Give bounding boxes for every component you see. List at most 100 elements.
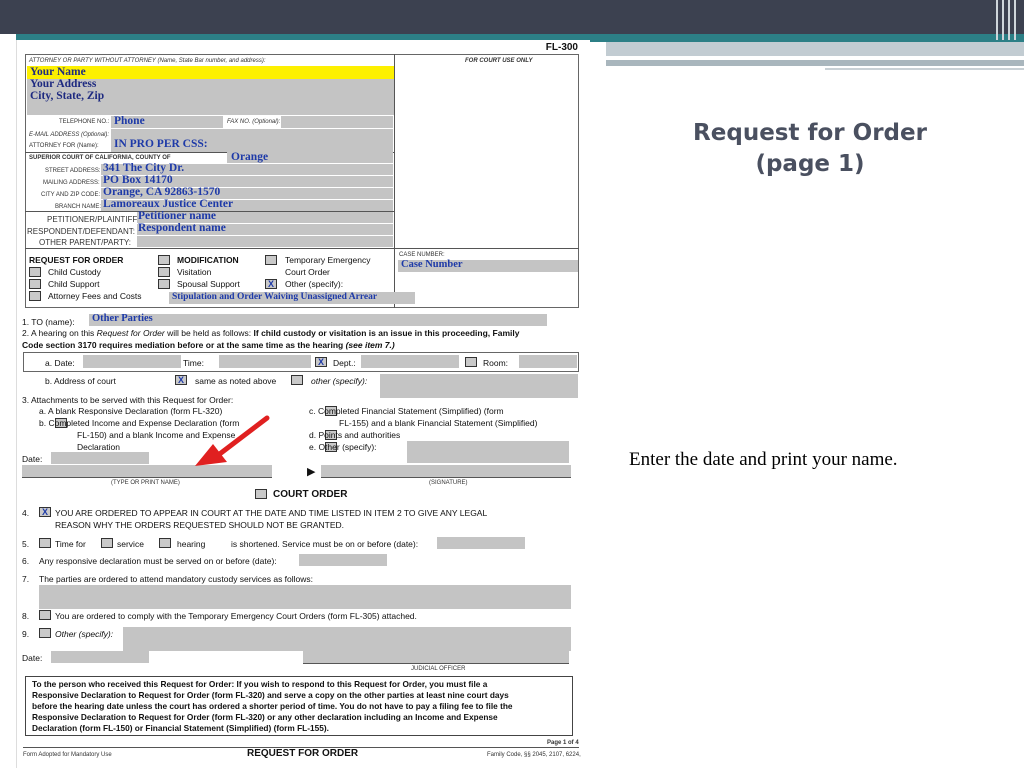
notice-line1: To the person who received this Request … — [32, 679, 488, 689]
modification-checkbox[interactable] — [158, 255, 170, 265]
signature-field[interactable] — [321, 465, 571, 477]
fl300-form: FL-300 ATTORNEY OR PARTY WITHOUT ATTORNE… — [16, 40, 590, 768]
other-request-checkbox[interactable]: X — [265, 279, 277, 289]
signature-date-field[interactable] — [51, 452, 149, 464]
order-date-field[interactable] — [51, 651, 149, 663]
hearing-date-field[interactable] — [83, 355, 181, 368]
item5-date-field[interactable] — [437, 537, 525, 549]
temp-emergency-label: Temporary Emergency — [285, 255, 371, 265]
respondent-value[interactable]: Respondent name — [138, 222, 226, 234]
visitation-checkbox[interactable] — [158, 267, 170, 277]
item2-line2-b: (see item 7.) — [345, 340, 395, 350]
item9-checkbox[interactable] — [39, 628, 51, 638]
street-value[interactable]: 341 The City Dr. — [103, 162, 184, 174]
other-address-checkbox[interactable] — [291, 375, 303, 385]
item3-b3: Declaration — [77, 442, 120, 452]
item6-text: Any responsive declaration must be serve… — [39, 556, 277, 566]
branch-value[interactable]: Lamoreaux Justice Center — [103, 198, 233, 210]
same-address-checkbox[interactable]: X — [175, 375, 187, 385]
item1-value[interactable]: Other Parties — [92, 313, 153, 324]
item4-checkbox[interactable]: X — [39, 507, 51, 517]
footer-adopted: Form Adopted for Mandatory Use — [23, 752, 112, 758]
slide-stripe — [606, 42, 1024, 56]
arrow-right-icon: ▶ — [307, 466, 316, 478]
red-arrow-icon — [195, 415, 270, 466]
footer-family-code: Family Code, §§ 2045, 2107, 6224, — [487, 752, 581, 758]
slide-title-line2: (page 1) — [755, 151, 865, 177]
item1-label: 1. TO (name): — [22, 317, 75, 327]
respondent-label: RESPONDENT/DEFENDANT: — [27, 227, 136, 236]
slide-stripe — [820, 56, 950, 58]
hearing-dept-label: Dept.: — [333, 358, 356, 368]
item4-line1: YOU ARE ORDERED TO APPEAR IN COURT AT TH… — [55, 508, 488, 518]
item6-date-field[interactable] — [299, 554, 387, 566]
item3-e: e. Other (specify): — [309, 442, 377, 452]
slide-top-bar — [0, 0, 1024, 34]
telephone-value[interactable]: Phone — [114, 115, 145, 127]
item5-time-checkbox[interactable] — [39, 538, 51, 548]
city-zip-value[interactable]: Orange, CA 92863-1570 — [103, 186, 220, 198]
county-value[interactable]: Orange — [231, 151, 268, 163]
attorney-for-label: ATTORNEY FOR (Name): — [29, 143, 99, 149]
other-address-label: other (specify): — [311, 376, 368, 386]
hearing-dept-field[interactable] — [361, 355, 459, 368]
child-support-label: Child Support — [48, 279, 100, 289]
form-code: FL-300 — [545, 42, 578, 53]
hearing-room-field[interactable] — [519, 355, 577, 368]
case-number-value[interactable]: Case Number — [401, 259, 463, 270]
branch-label: BRANCH NAME: — [55, 204, 102, 210]
dept-checkbox[interactable]: X — [315, 357, 327, 367]
mailing-value[interactable]: PO Box 14170 — [103, 174, 173, 186]
item7-field[interactable] — [39, 585, 571, 609]
court-order-checkbox[interactable] — [255, 489, 267, 499]
telephone-label: TELEPHONE NO.: — [59, 119, 110, 125]
item3-other-field[interactable] — [407, 441, 569, 463]
attorney-fees-checkbox[interactable] — [29, 291, 41, 301]
judicial-officer-label: JUDICIAL OFFICER — [411, 666, 466, 672]
notice-line3: before the hearing date unless the court… — [32, 701, 513, 711]
stipulation-value[interactable]: Stipulation and Order Waiving Unassigned… — [172, 292, 377, 302]
hearing-date-label: a. Date: — [45, 358, 75, 368]
item5-time-label: Time for — [55, 539, 86, 549]
item2-line1-b: Request for Order — [96, 328, 165, 338]
item9-text: Other (specify): — [55, 629, 114, 639]
item2-line1-d: If child custody or visitation is an iss… — [253, 328, 520, 338]
spousal-support-label: Spousal Support — [177, 279, 240, 289]
petitioner-label: PETITIONER/PLAINTIFF: — [47, 215, 140, 224]
order-date-label: Date: — [22, 653, 43, 663]
notice-line2: Responsive Declaration to Request for Or… — [32, 690, 509, 700]
same-address-label: same as noted above — [195, 376, 277, 386]
item8-checkbox[interactable] — [39, 610, 51, 620]
mailing-label: MAILING ADDRESS: — [43, 180, 100, 186]
notice-line5: Declaration (form FL-150) or Financial S… — [32, 723, 329, 733]
child-support-checkbox[interactable] — [29, 279, 41, 289]
slide-stripe — [606, 60, 1024, 66]
attorney-fees-label: Attorney Fees and Costs — [48, 291, 142, 301]
case-number-label: CASE NUMBER: — [399, 252, 445, 258]
fax-label: FAX NO. (Optional): — [227, 119, 281, 125]
party-city-state-zip[interactable]: City, State, Zip — [30, 90, 104, 102]
footer-title: REQUEST FOR ORDER — [247, 748, 359, 759]
item3-c1: c. Completed Financial Statement (Simpli… — [309, 406, 504, 416]
item5-service-checkbox[interactable] — [101, 538, 113, 548]
visitation-label: Visitation — [177, 267, 212, 277]
judicial-officer-field[interactable] — [303, 651, 569, 663]
hearing-room-label: Room: — [483, 358, 509, 368]
item5-hearing-checkbox[interactable] — [159, 538, 171, 548]
other-address-field[interactable] — [380, 374, 578, 398]
item3-d: d. Points and authorities — [309, 430, 401, 440]
item7-text: The parties are ordered to attend mandat… — [39, 574, 314, 584]
court-order-title: COURT ORDER — [273, 489, 348, 500]
item9-field[interactable] — [123, 627, 571, 651]
spousal-support-checkbox[interactable] — [158, 279, 170, 289]
temp-emergency-checkbox[interactable] — [265, 255, 277, 265]
child-custody-checkbox[interactable] — [29, 267, 41, 277]
item5-hearing-label: hearing — [177, 539, 206, 549]
attorney-for-value[interactable]: IN PRO PER CSS: — [114, 138, 208, 150]
hearing-time-field[interactable] — [219, 355, 311, 368]
party-name[interactable]: Your Name — [30, 66, 86, 78]
petitioner-value[interactable]: Petitioner name — [138, 210, 216, 222]
item8-text: You are ordered to comply with the Tempo… — [55, 611, 417, 621]
party-address[interactable]: Your Address — [30, 78, 96, 90]
room-checkbox[interactable] — [465, 357, 477, 367]
